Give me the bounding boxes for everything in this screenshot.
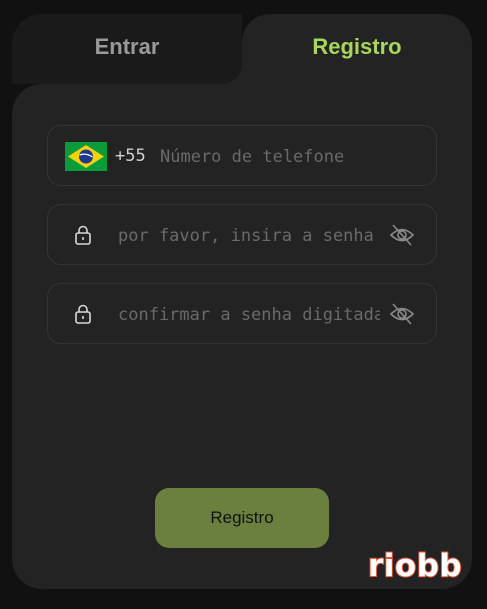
lock-icon: [75, 225, 91, 245]
phone-input[interactable]: [160, 145, 420, 169]
country-code[interactable]: +55: [115, 146, 146, 166]
tab-login-label[interactable]: Entrar: [12, 34, 242, 60]
eye-off-icon[interactable]: [388, 301, 416, 327]
confirm-password-input[interactable]: [118, 303, 380, 327]
password-input[interactable]: [118, 224, 380, 248]
auth-card: Entrar Registro +55 Número de telefone R…: [12, 14, 472, 589]
brazil-flag-icon[interactable]: [65, 142, 107, 171]
brand-logo: riobb: [367, 547, 463, 585]
tab-register-label[interactable]: Registro: [242, 34, 472, 60]
eye-off-icon[interactable]: [388, 222, 416, 248]
register-button[interactable]: Registro: [155, 488, 329, 548]
phone-field[interactable]: +55: [47, 125, 437, 186]
password-field[interactable]: [47, 204, 437, 265]
confirm-password-field[interactable]: [47, 283, 437, 344]
lock-icon: [75, 304, 91, 324]
